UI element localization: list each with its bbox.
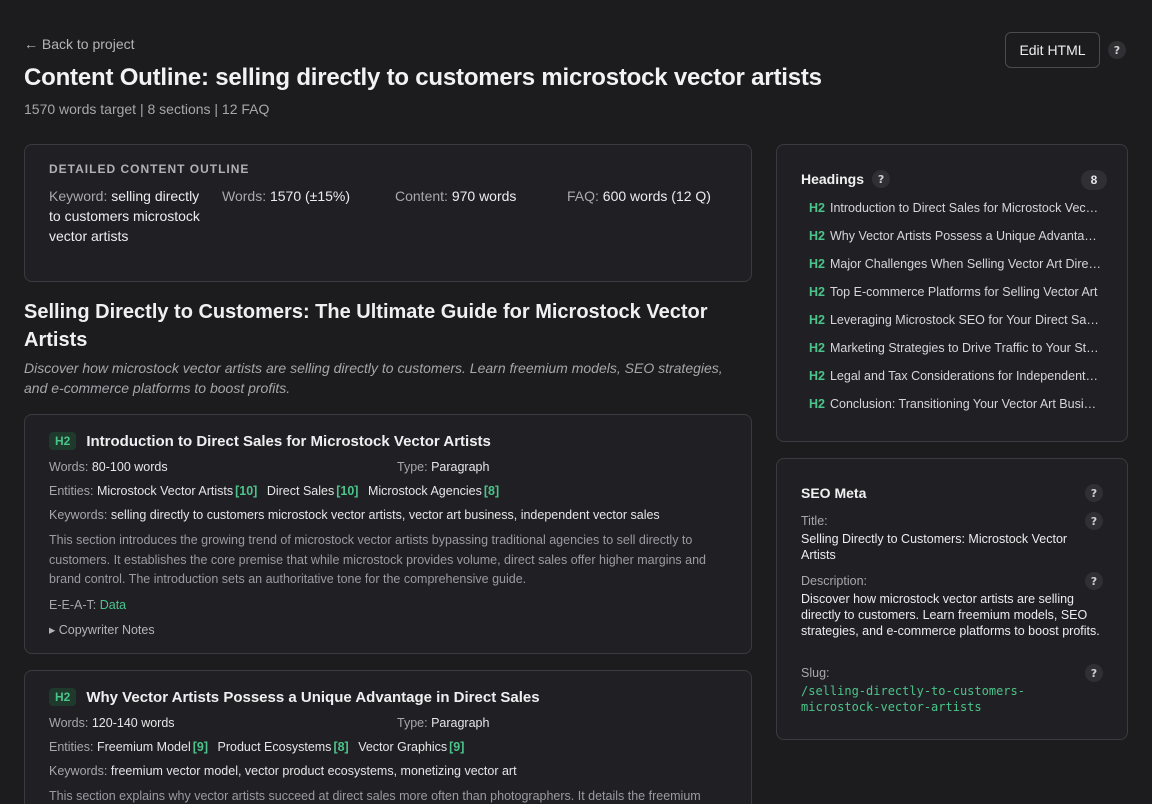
section-keywords: Keywords: selling directly to customers … <box>49 508 660 522</box>
section-card: H2 Why Vector Artists Possess a Unique A… <box>24 670 752 804</box>
heading-item[interactable]: H2 Top E-commerce Platforms for Selling V… <box>809 285 1101 313</box>
entity: Freemium Model [9] <box>96 740 209 754</box>
help-icon[interactable]: ? <box>1085 664 1103 682</box>
seo-meta-panel: SEO Meta ? Title: ? Selling Directly to … <box>776 458 1128 740</box>
help-icon[interactable]: ? <box>1085 572 1103 590</box>
heading-item[interactable]: H2 Major Challenges When Selling Vector A… <box>809 257 1101 285</box>
help-icon[interactable]: ? <box>1108 41 1126 59</box>
seo-title-label: Title: <box>801 514 828 528</box>
headings-panel: Headings ? 8 H2 Introduction to Direct Sa… <box>776 144 1128 442</box>
heading-item[interactable]: H2 Introduction to Direct Sales for Micro… <box>809 201 1101 229</box>
heading-item[interactable]: H2 Why Vector Artists Possess a Unique Ad… <box>809 229 1101 257</box>
overview-words: Words: 1570 (±15%) <box>222 188 351 204</box>
section-keywords: Keywords: freemium vector model, vector … <box>49 764 517 778</box>
heading-item[interactable]: H2 Conclusion: Transitioning Your Vector … <box>809 397 1101 425</box>
headings-list: H2 Introduction to Direct Sales for Micro… <box>809 201 1101 425</box>
back-to-project-link[interactable]: ← Back to project <box>24 36 135 52</box>
entity: Vector Graphics [9] <box>358 740 465 754</box>
section-words: Words: 120-140 words <box>49 716 175 730</box>
entity: Microstock Agencies [8] <box>367 484 500 498</box>
section-entities: Entities: Microstock Vector Artists [10] … <box>49 484 500 498</box>
heading-item[interactable]: H2 Leveraging Microstock SEO for Your Dir… <box>809 313 1101 341</box>
seo-slug-value: /selling-directly-to-customers-microstoc… <box>801 684 1025 714</box>
heading-item[interactable]: H2 Legal and Tax Considerations for Indep… <box>809 369 1101 397</box>
overview-content: Content: 970 words <box>395 188 517 204</box>
article-description: Discover how microstock vector artists a… <box>24 360 723 396</box>
section-title: Why Vector Artists Possess a Unique Adva… <box>86 688 540 706</box>
seo-title-value: Selling Directly to Customers: Microstoc… <box>801 532 1068 562</box>
overview-faq: FAQ: 600 words (12 Q) <box>567 188 711 204</box>
headings-title: Headings ? <box>801 170 891 188</box>
help-icon[interactable]: ? <box>1085 484 1103 502</box>
entity: Product Ecosystems [8] <box>217 740 349 754</box>
section-card: H2 Introduction to Direct Sales for Micr… <box>24 414 752 654</box>
seo-description-label: Description: <box>801 574 867 588</box>
page-title: Content Outline: selling directly to cus… <box>24 64 822 91</box>
section-body: This section introduces the growing tren… <box>49 533 707 586</box>
help-icon[interactable]: ? <box>872 170 891 188</box>
copywriter-notes-toggle[interactable]: ▸ Copywriter Notes <box>49 622 155 637</box>
page-subtitle: 1570 words target | 8 sections | 12 FAQ <box>24 101 270 117</box>
edit-html-button[interactable]: Edit HTML <box>1005 32 1100 68</box>
article-h1: Selling Directly to Customers: The Ultim… <box>24 301 708 351</box>
seo-slug-label: Slug: <box>801 666 830 680</box>
overview-label: DETAILED CONTENT OUTLINE <box>49 162 250 176</box>
h2-badge: H2 <box>49 688 77 706</box>
help-icon[interactable]: ? <box>1085 512 1103 530</box>
outline-overview-card: DETAILED CONTENT OUTLINE Keyword: sellin… <box>24 144 752 282</box>
section-eeat: E-E-A-T: Data <box>49 598 127 612</box>
section-words: Words: 80-100 words <box>49 460 168 474</box>
overview-keyword: Keyword: selling directly to customers m… <box>49 188 200 244</box>
heading-item[interactable]: H2 Marketing Strategies to Drive Traffic … <box>809 341 1101 369</box>
headings-count-badge: 8 <box>1081 170 1107 190</box>
section-entities: Entities: Freemium Model [9] Product Ecos… <box>49 740 465 754</box>
section-title: Introduction to Direct Sales for Microst… <box>86 432 491 450</box>
section-type: Type: Paragraph <box>397 716 490 730</box>
entity: Microstock Vector Artists [10] <box>96 484 258 498</box>
section-body: This section explains why vector artists… <box>49 789 701 803</box>
seo-meta-title: SEO Meta <box>801 485 867 501</box>
h2-badge: H2 <box>49 432 77 450</box>
seo-description-value: Discover how microstock vector artists a… <box>801 592 1100 638</box>
section-type: Type: Paragraph <box>397 460 490 474</box>
entity: Direct Sales [10] <box>266 484 359 498</box>
